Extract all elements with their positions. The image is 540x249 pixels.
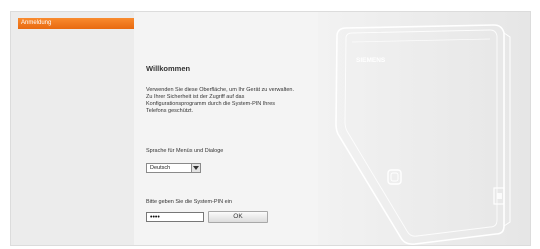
login-content: Willkommen Verwenden Sie diese Oberfläch… xyxy=(134,12,318,245)
pin-label: Bitte geben Sie die System-PIN ein xyxy=(146,199,232,205)
ok-button[interactable]: OK xyxy=(208,211,268,223)
language-label: Sprache für Menüs und Dialoge xyxy=(146,148,224,154)
device-brand: SIEMENS xyxy=(356,57,386,64)
language-select[interactable]: Deutsch xyxy=(146,163,201,173)
device-illustration-panel: SIEMENS xyxy=(318,12,530,245)
system-pin-input[interactable] xyxy=(146,212,204,222)
base-station-illustration: SIEMENS xyxy=(335,24,511,245)
nav-item-login[interactable]: Anmeldung xyxy=(18,18,134,29)
language-selected-value: Deutsch xyxy=(150,165,171,171)
page-title: Willkommen xyxy=(146,64,191,73)
navigation-sidebar: Anmeldung xyxy=(11,12,134,245)
page-frame: Anmeldung Willkommen Verwenden Sie diese… xyxy=(10,11,531,246)
chevron-down-icon xyxy=(193,166,199,170)
dropdown-button[interactable] xyxy=(191,164,200,172)
intro-text: Verwenden Sie diese Oberfläche, um Ihr G… xyxy=(146,87,294,114)
